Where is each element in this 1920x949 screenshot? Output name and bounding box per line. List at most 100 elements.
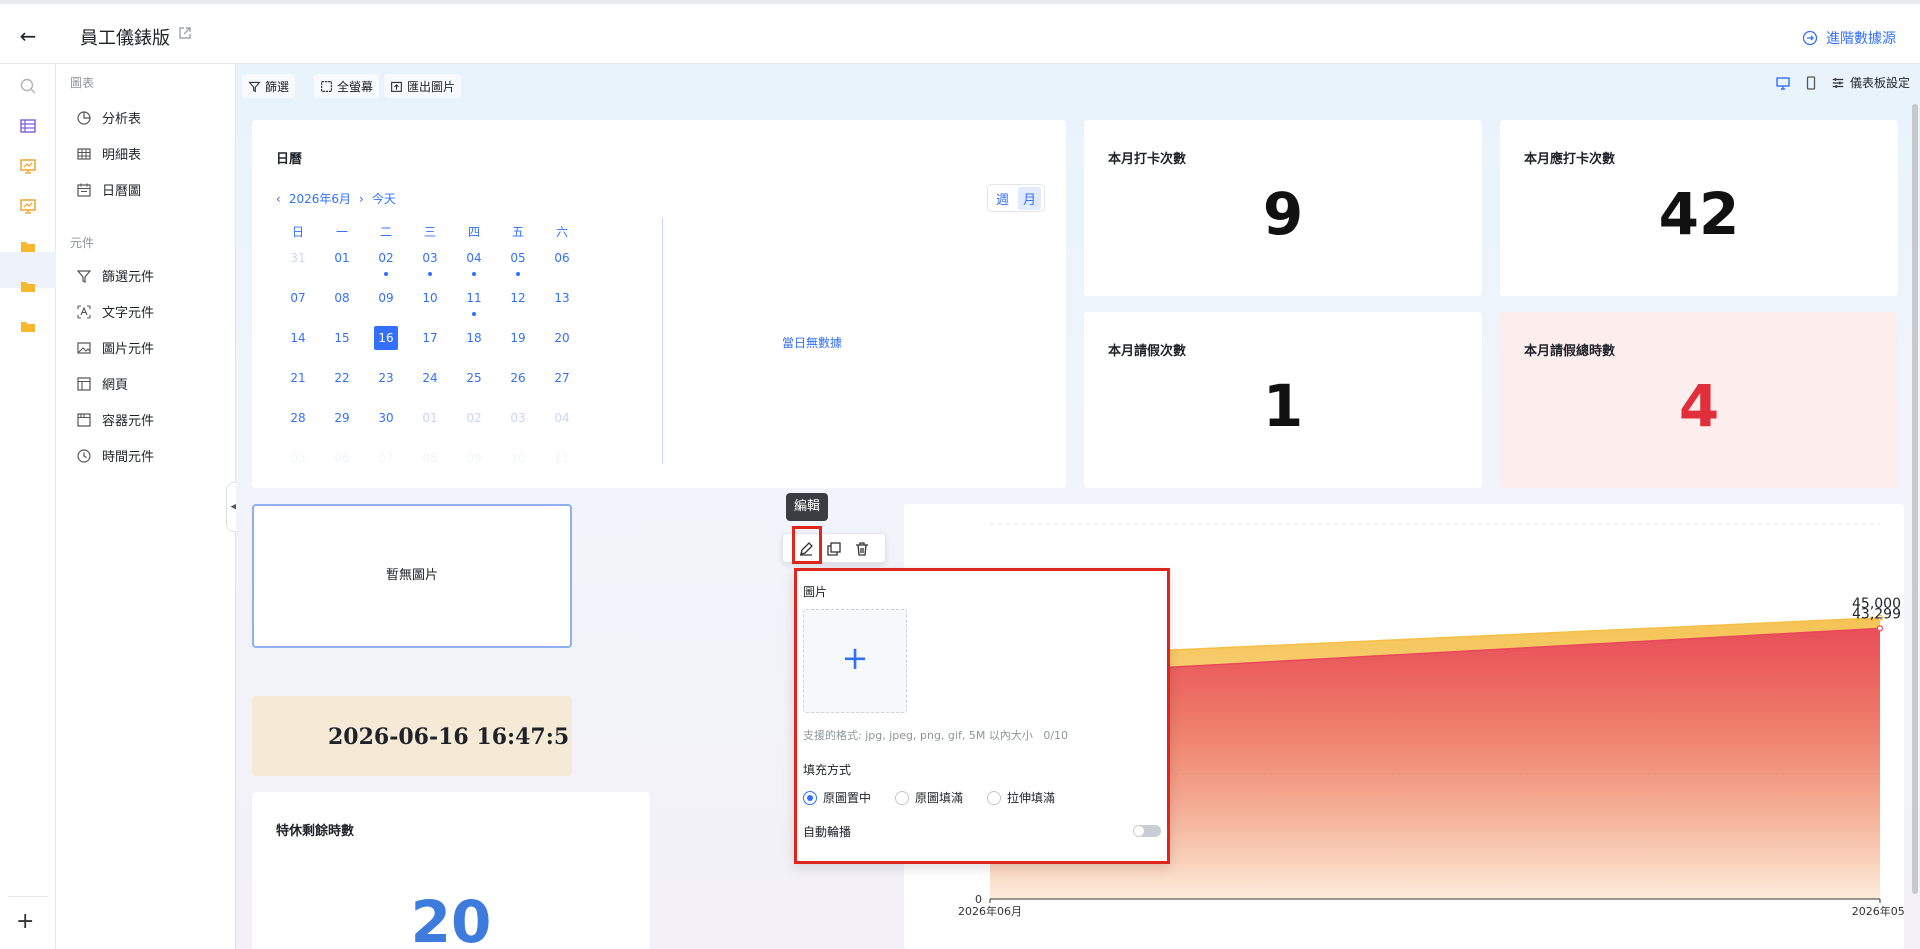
calendar-day[interactable]: 30 bbox=[364, 406, 408, 446]
search-icon[interactable] bbox=[18, 76, 38, 96]
calendar-day[interactable]: 01 bbox=[408, 406, 452, 446]
calendar-day[interactable]: 02 bbox=[452, 406, 496, 446]
fill-option-center[interactable]: 原圖置中 bbox=[803, 789, 871, 806]
calendar-weekday: 三 bbox=[423, 225, 436, 239]
panel-item-image[interactable]: 圖片元件 bbox=[76, 338, 154, 357]
calendar-day[interactable]: 09 bbox=[364, 286, 408, 326]
calendar-day-number: 05 bbox=[290, 451, 306, 465]
calendar-day[interactable]: 05 bbox=[276, 446, 320, 486]
calendar-day[interactable]: 25 bbox=[452, 366, 496, 406]
calendar-day[interactable]: 09 bbox=[452, 446, 496, 486]
calendar-day[interactable]: 06 bbox=[540, 246, 584, 286]
calendar-day[interactable]: 28 bbox=[276, 406, 320, 446]
folder-icon[interactable] bbox=[18, 316, 38, 336]
calendar-day[interactable]: 08 bbox=[408, 446, 452, 486]
calendar-day[interactable]: 03 bbox=[408, 246, 452, 286]
calendar-day[interactable]: 12 bbox=[496, 286, 540, 326]
calendar-day[interactable]: 14 bbox=[276, 326, 320, 366]
panel-item-text[interactable]: 文字元件 bbox=[76, 302, 154, 321]
dashboard-active-icon[interactable] bbox=[18, 196, 38, 216]
calendar-day[interactable]: 15 bbox=[320, 326, 364, 366]
calendar-day[interactable]: 31 bbox=[276, 246, 320, 286]
calendar-day[interactable]: 04 bbox=[452, 246, 496, 286]
datetime-card[interactable]: 2026-06-16 16:47:5 bbox=[252, 696, 572, 776]
filter-button[interactable]: 篩選 bbox=[242, 74, 296, 98]
mobile-view-icon[interactable] bbox=[1803, 75, 1819, 91]
calendar-day[interactable]: 20 bbox=[540, 326, 584, 366]
calendar-day[interactable]: 16 bbox=[364, 326, 408, 366]
folder-icon[interactable] bbox=[18, 236, 38, 256]
calendar-day[interactable]: 07 bbox=[276, 286, 320, 326]
calendar-day[interactable]: 29 bbox=[320, 406, 364, 446]
page-scrollbar[interactable] bbox=[1912, 104, 1918, 894]
stat-title: 本月請假次數 bbox=[1108, 344, 1187, 359]
calendar-day[interactable]: 18 bbox=[452, 326, 496, 366]
calendar-day[interactable]: 22 bbox=[320, 366, 364, 406]
calendar-day-number: 11 bbox=[554, 451, 570, 465]
calendar-day[interactable]: 13 bbox=[540, 286, 584, 326]
fill-option-fill[interactable]: 原圖填滿 bbox=[895, 789, 963, 806]
view-week-tab[interactable]: 週 bbox=[991, 187, 1014, 210]
calendar-weekday: 日 bbox=[291, 225, 304, 239]
panel-item-label: 分析表 bbox=[102, 112, 142, 127]
calendar-day[interactable]: 21 bbox=[276, 366, 320, 406]
calendar-day[interactable]: 01 bbox=[320, 246, 364, 286]
calendar-day[interactable]: 02 bbox=[364, 246, 408, 286]
calendar-day[interactable]: 17 bbox=[408, 326, 452, 366]
dashboard-icon[interactable] bbox=[18, 156, 38, 176]
calendar-day[interactable]: 19 bbox=[496, 326, 540, 366]
datetime-value: 2026-06-16 16:47:5 bbox=[328, 724, 570, 750]
stat-card-leave-count[interactable]: 本月請假次數 1 bbox=[1084, 312, 1482, 488]
table-icon[interactable] bbox=[18, 116, 38, 136]
calendar-day[interactable]: 07 bbox=[364, 446, 408, 486]
add-plus-icon[interactable]: + bbox=[16, 909, 34, 934]
panel-item-detail-table[interactable]: 明細表 bbox=[76, 144, 141, 163]
calendar-today-link[interactable]: 今天 bbox=[372, 190, 396, 207]
fill-option-stretch[interactable]: 拉伸填滿 bbox=[987, 789, 1055, 806]
view-month-tab[interactable]: 月 bbox=[1018, 186, 1042, 210]
calendar-day[interactable]: 27 bbox=[540, 366, 584, 406]
annual-leave-card[interactable]: 特休剩餘時數 20 bbox=[252, 792, 650, 949]
back-arrow-icon[interactable]: ← bbox=[14, 24, 42, 48]
calendar-day[interactable]: 06 bbox=[320, 446, 364, 486]
chevron-left-icon[interactable]: ‹ bbox=[276, 192, 281, 206]
autoplay-toggle[interactable] bbox=[1133, 825, 1161, 837]
folder-icon[interactable] bbox=[18, 276, 38, 296]
trash-icon[interactable] bbox=[853, 540, 871, 558]
stat-card-checkins[interactable]: 本月打卡次數 9 bbox=[1084, 120, 1482, 296]
fullscreen-button[interactable]: 全螢幕 bbox=[314, 74, 380, 98]
calendar-day[interactable]: 10 bbox=[496, 446, 540, 486]
export-image-button[interactable]: 匯出圖片 bbox=[384, 74, 462, 98]
fill-mode-label: 填充方式 bbox=[803, 763, 852, 777]
copy-icon[interactable] bbox=[825, 540, 843, 558]
panel-item-filter[interactable]: 篩選元件 bbox=[76, 266, 154, 285]
calendar-day[interactable]: 08 bbox=[320, 286, 364, 326]
calendar-day[interactable]: 23 bbox=[364, 366, 408, 406]
calendar-day[interactable]: 24 bbox=[408, 366, 452, 406]
image-component-card[interactable]: 暫無圖片 bbox=[252, 504, 572, 648]
dashboard-settings-button[interactable]: 儀表板設定 bbox=[1831, 74, 1910, 91]
calendar-day[interactable]: 03 bbox=[496, 406, 540, 446]
calendar-day[interactable]: 11 bbox=[452, 286, 496, 326]
panel-item-container[interactable]: 容器元件 bbox=[76, 410, 154, 429]
desktop-view-icon[interactable] bbox=[1775, 75, 1791, 91]
calendar-card[interactable]: 日曆 ‹ 2026年6月 › 今天 週 月 日 一 二 三 四 五 六 31 01 02 03 04 0… bbox=[252, 120, 1066, 488]
stat-card-leave-hours[interactable]: 本月請假總時數 4 bbox=[1500, 312, 1898, 488]
calendar-day-number: 28 bbox=[290, 411, 306, 425]
stat-card-expected-checkins[interactable]: 本月應打卡次數 42 bbox=[1500, 120, 1898, 296]
image-upload-box[interactable]: + bbox=[803, 609, 907, 713]
panel-item-time[interactable]: 時間元件 bbox=[76, 446, 154, 465]
panel-item-calendar-chart[interactable]: 日曆圖 bbox=[76, 180, 141, 199]
panel-item-analysis-table[interactable]: 分析表 bbox=[76, 108, 141, 127]
chevron-right-icon[interactable]: › bbox=[359, 192, 364, 206]
external-link-icon[interactable] bbox=[178, 26, 192, 40]
calendar-day[interactable]: 26 bbox=[496, 366, 540, 406]
calendar-day[interactable]: 10 bbox=[408, 286, 452, 326]
calendar-day[interactable]: 04 bbox=[540, 406, 584, 446]
calendar-day[interactable]: 11 bbox=[540, 446, 584, 486]
advanced-datasource-link[interactable]: 進階數據源 bbox=[1802, 28, 1896, 48]
calendar-day[interactable]: 05 bbox=[496, 246, 540, 286]
panel-item-webpage[interactable]: 網頁 bbox=[76, 374, 128, 393]
calendar-day-number: 19 bbox=[510, 331, 526, 345]
panel-item-label: 容器元件 bbox=[102, 414, 155, 429]
